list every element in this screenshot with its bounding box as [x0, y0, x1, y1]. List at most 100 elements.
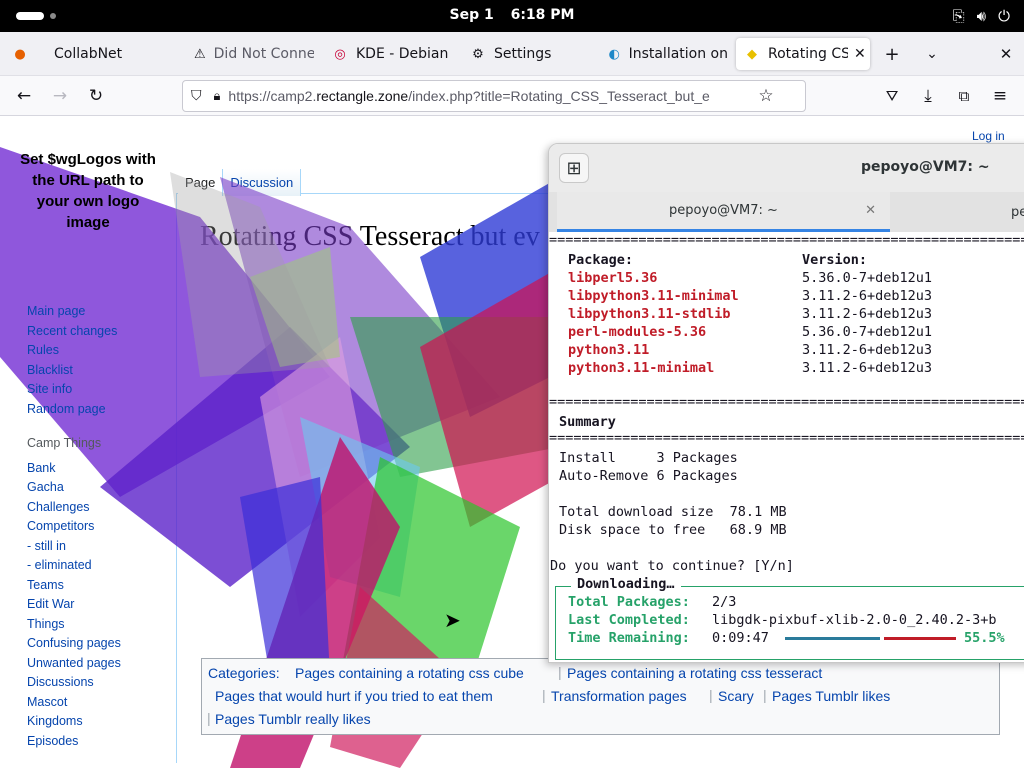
sidebar-item-unwanted-pages[interactable]: Unwanted pages [27, 656, 121, 670]
back-button[interactable]: ← [10, 82, 38, 110]
login-link[interactable]: Log in [972, 129, 1005, 143]
tab-installation[interactable]: ◐ Installation on [600, 38, 728, 70]
new-tab-button[interactable]: + [878, 40, 906, 68]
rotating-page-icon: ◆ [747, 46, 757, 62]
tab-page[interactable]: Page [178, 169, 224, 196]
time-text: 6:18 PM [510, 7, 575, 23]
category-link[interactable]: Pages that would hurt if you tried to ea… [215, 688, 493, 704]
category-box: Categories: Pages containing a rotating … [201, 658, 1000, 735]
globe-icon: ◐ [608, 46, 620, 62]
terminal-new-tab-button[interactable]: ⊞ [559, 153, 589, 183]
bookmark-star-icon[interactable]: ☆ [758, 86, 773, 106]
separator-line: ========================================… [549, 430, 1024, 446]
forward-button[interactable]: → [46, 82, 74, 110]
terminal-tab-second[interactable]: pe [1011, 192, 1024, 232]
header-package: Package: [568, 252, 634, 268]
tab-settings[interactable]: ⚙ Settings [462, 38, 590, 70]
back-arrow-icon: ← [16, 86, 32, 106]
sidebar-item-episodes[interactable]: Episodes [27, 734, 78, 748]
category-link[interactable]: Pages containing a rotating css tesserac… [567, 665, 822, 681]
reload-button[interactable]: ↻ [82, 82, 110, 110]
package-name: python3.11-minimal [568, 360, 715, 376]
sidebar-item-discussions[interactable]: Discussions [27, 675, 94, 689]
sidebar-section-header: Camp Things [27, 436, 102, 450]
close-tab-icon[interactable]: ✕ [854, 46, 866, 62]
sidebar-item-rules[interactable]: Rules [27, 343, 59, 357]
warning-icon: ⚠ [194, 46, 206, 62]
package-version: 3.11.2-6+deb12u3 [802, 288, 933, 304]
sidebar-item-challenges[interactable]: Challenges [27, 500, 90, 514]
page-tabs: Page Discussion [178, 169, 302, 196]
terminal-tab-bar: pepoyo@VM7: ~ ✕ pe [549, 192, 1024, 232]
shield-icon[interactable]: ⛉ [191, 88, 202, 104]
category-link[interactable]: Pages Tumblr likes [772, 688, 890, 704]
logo-placeholder-text[interactable]: Set $wgLogos with the URL path to your o… [20, 149, 156, 233]
puzzle-icon: ⧉ [958, 87, 970, 105]
category-link[interactable]: Pages containing a rotating css cube [295, 665, 524, 681]
extensions-button[interactable]: ⧉ [950, 82, 978, 110]
sidebar-item-mascot[interactable]: Mascot [27, 695, 67, 709]
downloads-button[interactable]: ⤓ [914, 82, 942, 110]
sidebar-item-eliminated[interactable]: - eliminated [27, 558, 92, 572]
terminal-window[interactable]: ⊞ pepoyo@VM7: ~ pepoyo@VM7: ~ ✕ pe =====… [548, 143, 1024, 663]
plus-icon: ⊞ [566, 157, 582, 179]
url-text[interactable]: https://camp2.rectangle.zone/index.php?t… [228, 88, 748, 104]
category-link[interactable]: Pages Tumblr really likes [215, 711, 371, 727]
sidebar-item-things[interactable]: Things [27, 617, 65, 631]
tab-title: Settings [494, 46, 552, 62]
disk-space: Disk space to free 68.9 MB [559, 522, 787, 538]
firefox-menu-tab[interactable]: ● [4, 38, 38, 70]
url-bar[interactable]: ⛉ 🔒︎ https://camp2.rectangle.zone/index.… [182, 80, 806, 112]
category-separator: | [763, 687, 767, 703]
system-tray[interactable]: ⎘ 🔊︎ ⏻ [953, 7, 1010, 25]
navigation-bar: ← → ↻ ⛉ 🔒︎ https://camp2.rectangle.zone/… [0, 76, 1024, 116]
tab-did-not-connect[interactable]: ⚠ Did Not Conne [186, 38, 314, 70]
sidebar-item-main-page[interactable]: Main page [27, 304, 85, 318]
terminal-tab-title: pepoyo@VM7: ~ [669, 203, 778, 218]
lock-icon[interactable]: 🔒︎ [214, 89, 221, 104]
progress-percent: 55.5% [964, 630, 1005, 646]
tab-rotating-css[interactable]: ◆ Rotating CSS ✕ [736, 38, 870, 70]
pocket-icon: ⛛ [885, 87, 899, 105]
terminal-header-bar[interactable]: ⊞ pepoyo@VM7: ~ [549, 144, 1024, 192]
sidebar-item-bank[interactable]: Bank [27, 461, 56, 475]
header-version: Version: [802, 252, 868, 268]
package-name: libpython3.11-stdlib [568, 306, 731, 322]
url-domain: rectangle.zone [316, 88, 409, 104]
categories-label[interactable]: Categories: [208, 665, 280, 681]
sidebar-item-gacha[interactable]: Gacha [27, 480, 64, 494]
category-link[interactable]: Transformation pages [551, 688, 687, 704]
sidebar-item-still-in[interactable]: - still in [27, 539, 66, 553]
tab-kde-debian[interactable]: ◎ KDE - Debian [324, 38, 452, 70]
sidebar-item-competitors[interactable]: Competitors [27, 519, 94, 533]
sidebar-item-confusing-pages[interactable]: Confusing pages [27, 636, 121, 650]
category-separator: | [558, 664, 562, 680]
terminal-output[interactable]: ========================================… [549, 232, 1024, 662]
sidebar-item-kingdoms[interactable]: Kingdoms [27, 714, 83, 728]
tab-collabnet[interactable]: CollabNet [46, 38, 176, 70]
sidebar-item-site-info[interactable]: Site info [27, 382, 72, 396]
sidebar-item-edit-war[interactable]: Edit War [27, 597, 74, 611]
category-separator: | [207, 710, 211, 726]
pocket-button[interactable]: ⛛ [878, 82, 906, 110]
power-icon: ⏻ [998, 7, 1010, 25]
sidebar-item-blacklist[interactable]: Blacklist [27, 363, 73, 377]
clock[interactable]: Sep 1 6:18 PM [0, 7, 1024, 23]
list-tabs-button[interactable]: ⌄ [918, 40, 946, 68]
sidebar-item-random-page[interactable]: Random page [27, 402, 106, 416]
app-menu-button[interactable]: ≡ [986, 82, 1014, 110]
forward-arrow-icon: → [52, 86, 68, 106]
package-version: 3.11.2-6+deb12u3 [802, 360, 933, 376]
package-version: 3.11.2-6+deb12u3 [802, 342, 933, 358]
gear-icon: ⚙ [472, 46, 484, 62]
package-version: 5.36.0-7+deb12u1 [802, 270, 933, 286]
sidebar-item-teams[interactable]: Teams [27, 578, 64, 592]
close-tab-icon[interactable]: ✕ [865, 203, 876, 218]
sidebar-item-recent-changes[interactable]: Recent changes [27, 324, 117, 338]
terminal-tab-active[interactable]: pepoyo@VM7: ~ ✕ [557, 192, 890, 232]
plus-icon: + [884, 43, 900, 65]
category-link[interactable]: Scary [718, 688, 754, 704]
package-version: 5.36.0-7+deb12u1 [802, 324, 933, 340]
tab-discussion[interactable]: Discussion [223, 169, 302, 196]
close-window-button[interactable]: ✕ [992, 40, 1020, 68]
